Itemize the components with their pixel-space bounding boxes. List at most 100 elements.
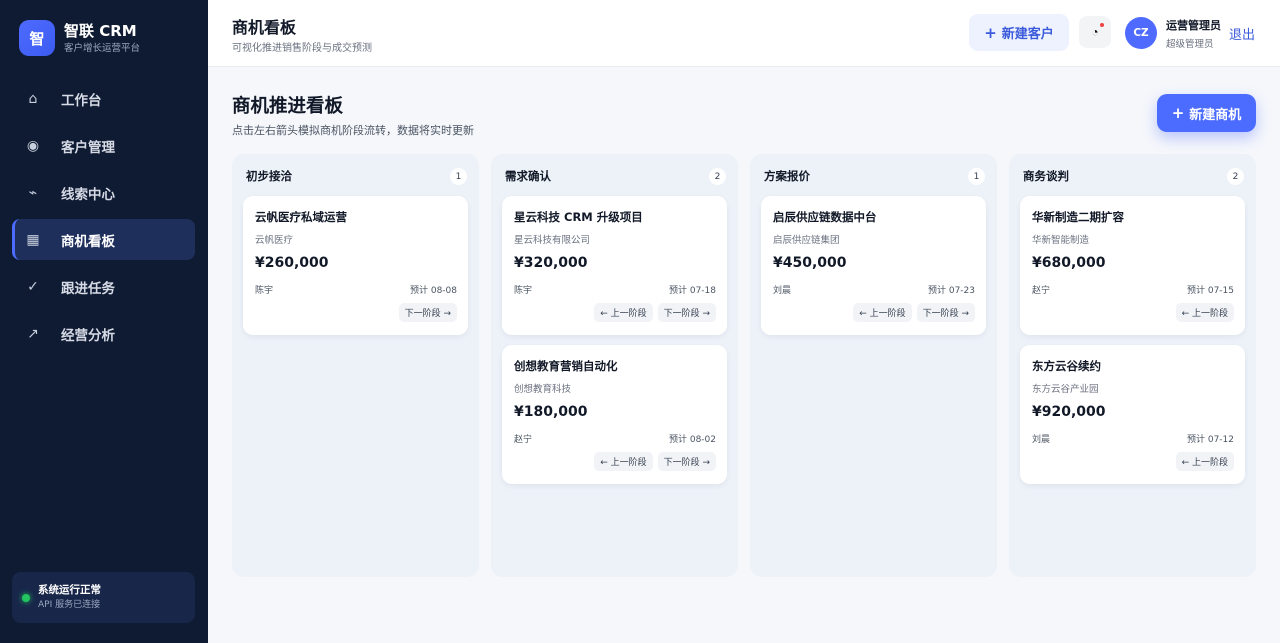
- column-title: 商务谈判: [1023, 169, 1069, 183]
- notification-dot-icon: [1100, 23, 1104, 27]
- card-expected-date: 预计 08-02: [668, 435, 716, 445]
- card-title: 创想教育营销自动化: [514, 359, 618, 373]
- logout-link[interactable]: 退出: [1229, 24, 1255, 43]
- page-title: 商机推进看板: [232, 96, 344, 117]
- plus-icon: +: [1171, 104, 1185, 122]
- card-owner: 赵宁: [514, 435, 533, 445]
- card-expected-date: 预计 07-15: [1186, 286, 1234, 296]
- system-status-card: 系统运行正常 API 服务已连接: [12, 572, 195, 623]
- header-title: 商机看板: [232, 18, 297, 37]
- sidebar-item-label: 经营分析: [61, 327, 115, 344]
- card-amount: ¥920,000: [1032, 404, 1106, 420]
- board-icon: ▦: [26, 231, 40, 248]
- sidebar-item-label: 客户管理: [61, 139, 115, 156]
- card-company: 东方云谷产业园: [1032, 384, 1099, 395]
- card-owner: 刘晨: [773, 286, 792, 296]
- card-title: 华新制造二期扩容: [1032, 210, 1124, 224]
- check-icon: ✓: [27, 278, 39, 295]
- next-stage-button[interactable]: 下一阶段 →: [657, 303, 716, 322]
- card-amount: ¥680,000: [1032, 255, 1106, 271]
- sidebar-item-tasks[interactable]: ✓ 跟进任务: [12, 266, 195, 307]
- card-company: 华新智能制造: [1032, 235, 1090, 246]
- brand-name: 智联 CRM: [64, 21, 137, 40]
- opportunity-card[interactable]: 创想教育营销自动化 创想教育科技 ¥180,000 赵宁 预计 08-02 ← …: [502, 345, 727, 484]
- card-expected-date: 预计 07-23: [927, 286, 975, 296]
- leads-icon: ⌁: [28, 184, 38, 201]
- column-count-badge: 2: [1227, 168, 1244, 185]
- card-company: 启辰供应链集团: [773, 235, 840, 246]
- kanban-column-requirement-confirm: 需求确认 2 星云科技 CRM 升级项目 星云科技有限公司 ¥320,000 陈…: [491, 154, 738, 577]
- prev-stage-button[interactable]: ← 上一阶段: [594, 452, 653, 471]
- card-owner: 陈宇: [255, 286, 274, 296]
- column-title: 方案报价: [764, 169, 810, 183]
- new-customer-button[interactable]: + 新建客户: [969, 14, 1069, 51]
- card-amount: ¥320,000: [514, 255, 588, 271]
- column-count-badge: 2: [709, 168, 726, 185]
- user-role: 超级管理员: [1166, 39, 1214, 50]
- opportunity-card[interactable]: 星云科技 CRM 升级项目 星云科技有限公司 ¥320,000 陈宇 预计 07…: [502, 196, 727, 335]
- card-company: 创想教育科技: [514, 384, 572, 395]
- opportunity-card[interactable]: 东方云谷续约 东方云谷产业园 ¥920,000 刘晨 预计 07-12 ← 上一…: [1020, 345, 1245, 484]
- avatar[interactable]: CZ: [1125, 17, 1157, 49]
- kanban-column-initial-contact: 初步接洽 1 云帆医疗私域运营 云帆医疗 ¥260,000 陈宇 预计 08-0…: [232, 154, 479, 577]
- header-subtitle: 可视化推进销售阶段与成交预测: [232, 43, 372, 54]
- card-title: 云帆医疗私域运营: [255, 210, 347, 224]
- prev-stage-button[interactable]: ← 上一阶段: [1175, 303, 1234, 322]
- sidebar-nav: ⌂ 工作台 ◉ 客户管理 ⌁ 线索中心 ▦ 商机看板 ✓ 跟进任务 ↗ 经营分析: [12, 78, 195, 360]
- sidebar-item-analytics[interactable]: ↗ 经营分析: [12, 313, 195, 354]
- page-subtitle: 点击左右箭头模拟商机阶段流转，数据将实时更新: [232, 124, 474, 137]
- user-name: 运营管理员: [1166, 19, 1221, 32]
- column-title: 需求确认: [505, 169, 551, 183]
- brand-subtitle: 客户增长运营平台: [64, 42, 141, 54]
- card-expected-date: 预计 07-12: [1186, 435, 1234, 445]
- card-owner: 刘晨: [1032, 435, 1051, 445]
- new-opportunity-button[interactable]: + 新建商机: [1157, 94, 1256, 132]
- next-stage-button[interactable]: 下一阶段 →: [657, 452, 716, 471]
- customer-icon: ◉: [26, 137, 40, 154]
- new-customer-label: 新建客户: [1001, 27, 1054, 42]
- sidebar-item-label: 工作台: [61, 92, 102, 109]
- top-header: 商机看板 可视化推进销售阶段与成交预测 + 新建客户 ◔ CZ 运营管理员 超级…: [208, 0, 1280, 67]
- column-count-badge: 1: [968, 168, 985, 185]
- status-subtitle: API 服务已连接: [38, 600, 101, 610]
- opportunity-card[interactable]: 云帆医疗私域运营 云帆医疗 ¥260,000 陈宇 预计 08-08 下一阶段 …: [243, 196, 468, 335]
- notification-icon: ◔: [1091, 25, 1099, 39]
- kanban-column-proposal-quote: 方案报价 1 启辰供应链数据中台 启辰供应链集团 ¥450,000 刘晨 预计 …: [750, 154, 997, 577]
- prev-stage-button[interactable]: ← 上一阶段: [1175, 452, 1234, 471]
- status-dot-icon: [22, 593, 30, 602]
- column-count-badge: 1: [450, 168, 467, 185]
- trend-icon: ↗: [27, 325, 39, 342]
- home-icon: ⌂: [28, 90, 38, 107]
- kanban-column-negotiation: 商务谈判 2 华新制造二期扩容 华新智能制造 ¥680,000 赵宁 预计 07…: [1009, 154, 1256, 577]
- prev-stage-button[interactable]: ← 上一阶段: [853, 303, 912, 322]
- notification-button[interactable]: ◔: [1079, 16, 1111, 48]
- card-title: 东方云谷续约: [1032, 359, 1101, 373]
- sidebar-item-label: 线索中心: [61, 186, 115, 203]
- sidebar-item-customers[interactable]: ◉ 客户管理: [12, 125, 195, 166]
- column-title: 初步接洽: [246, 169, 292, 183]
- card-title: 星云科技 CRM 升级项目: [514, 210, 643, 224]
- sidebar-item-leads[interactable]: ⌁ 线索中心: [12, 172, 195, 213]
- sidebar-item-dashboard[interactable]: ⌂ 工作台: [12, 78, 195, 119]
- sidebar-item-label: 商机看板: [61, 233, 115, 250]
- opportunity-card[interactable]: 启辰供应链数据中台 启辰供应链集团 ¥450,000 刘晨 预计 07-23 ←…: [761, 196, 986, 335]
- card-company: 星云科技有限公司: [514, 235, 591, 246]
- opportunity-card[interactable]: 华新制造二期扩容 华新智能制造 ¥680,000 赵宁 预计 07-15 ← 上…: [1020, 196, 1245, 335]
- sidebar-item-label: 跟进任务: [61, 280, 115, 297]
- card-owner: 赵宁: [1032, 286, 1051, 296]
- card-amount: ¥180,000: [514, 404, 588, 420]
- prev-stage-button[interactable]: ← 上一阶段: [594, 303, 653, 322]
- sidebar: 智 智联 CRM 客户增长运营平台 ⌂ 工作台 ◉ 客户管理 ⌁ 线索中心 ▦ …: [0, 0, 208, 643]
- new-opportunity-label: 新建商机: [1189, 107, 1242, 123]
- card-amount: ¥450,000: [773, 255, 847, 271]
- card-owner: 陈宇: [514, 286, 533, 296]
- card-amount: ¥260,000: [255, 255, 329, 271]
- brand-logo: 智: [19, 20, 55, 56]
- next-stage-button[interactable]: 下一阶段 →: [398, 303, 457, 322]
- card-title: 启辰供应链数据中台: [773, 210, 877, 224]
- plus-icon: +: [984, 23, 997, 42]
- sidebar-item-opportunity-board[interactable]: ▦ 商机看板: [12, 219, 195, 260]
- card-expected-date: 预计 07-18: [668, 286, 716, 296]
- card-company: 云帆医疗: [255, 235, 294, 246]
- next-stage-button[interactable]: 下一阶段 →: [916, 303, 975, 322]
